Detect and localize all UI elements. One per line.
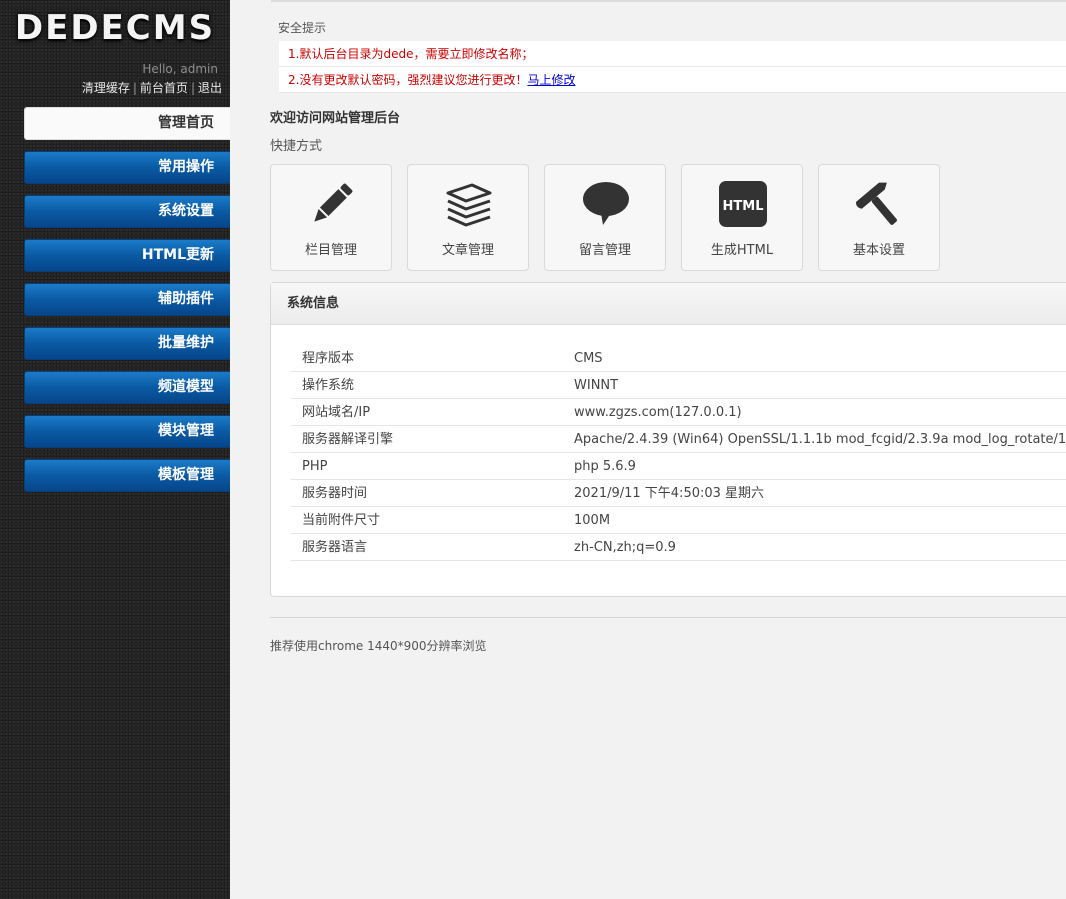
pencil-icon	[314, 183, 353, 222]
html-icon-text: HTML	[723, 199, 764, 214]
sidebar-item-channel-models[interactable]: 频道模型	[24, 371, 230, 404]
sidebar-item-batch-maintenance[interactable]: 批量维护	[24, 327, 230, 360]
sidebar-item-module-management[interactable]: 模块管理	[24, 415, 230, 448]
table-row: 操作系统 WINNT	[291, 372, 1066, 399]
info-value: 100M	[574, 513, 611, 528]
html-icon: HTML	[719, 181, 767, 227]
info-key: 服务器时间	[302, 486, 368, 501]
security-alert-line-2: 2.没有更改默认密码，强烈建议您进行更改！马上修改	[279, 67, 1066, 93]
table-row: 服务器语言 zh-CN,zh;q=0.9	[291, 534, 1066, 561]
sidebar-item-template-management[interactable]: 模板管理	[24, 459, 230, 492]
info-value: 2021/9/11 下午4:50:03 星期六	[574, 486, 765, 501]
info-key: 服务器语言	[302, 540, 368, 555]
shortcut-article-management[interactable]: 文章管理	[407, 164, 529, 271]
shortcut-label: 基本设置	[852, 243, 905, 258]
shortcut-basic-settings[interactable]: 基本设置	[818, 164, 940, 271]
separator: |	[132, 81, 137, 95]
footer-note: 推荐使用chrome 1440*900分辨率浏览	[270, 639, 487, 653]
alert-text-2: 2.没有更改默认密码，强烈建议您进行更改！	[288, 73, 528, 87]
security-alert-title: 安全提示	[278, 21, 327, 35]
table-row: 服务器解译引擎 Apache/2.4.39 (Win64) OpenSSL/1.1…	[291, 426, 1066, 453]
system-info-title: 系统信息	[271, 283, 1066, 325]
info-value: WINNT	[574, 378, 619, 393]
system-info-panel: 系统信息 程序版本 CMS 操作系统 WINNT 网站域名/IP www.zgzs.c…	[270, 282, 1066, 597]
top-links: 清理缓存 | 前台首页 | 退出	[82, 79, 222, 96]
shortcut-label: 留言管理	[578, 243, 631, 258]
change-password-link[interactable]: 马上修改	[527, 73, 575, 87]
alert-text-1: 1.默认后台目录为dede，需要立即修改名称；	[288, 47, 534, 61]
speech-bubble-icon	[583, 182, 629, 225]
info-key: 程序版本	[302, 351, 355, 366]
shortcut-label: 文章管理	[441, 243, 494, 258]
sidebar-item-common-ops[interactable]: 常用操作	[24, 151, 230, 184]
sidebar-item-html-update[interactable]: HTML更新	[24, 239, 230, 272]
table-row: 网站域名/IP www.zgzs.com(127.0.0.1)	[291, 399, 1066, 426]
info-key: 服务器解译引擎	[302, 432, 394, 447]
shortcut-message-management[interactable]: 留言管理	[544, 164, 666, 271]
logout-link[interactable]: 退出	[198, 81, 222, 95]
shortcut-column-management[interactable]: 栏目管理	[270, 164, 392, 271]
info-key: 操作系统	[302, 378, 355, 393]
info-value: php 5.6.9	[574, 459, 636, 474]
separator: |	[190, 81, 195, 95]
main-content: 安全提示 1.默认后台目录为dede，需要立即修改名称； 2.没有更改默认密码，…	[230, 0, 1066, 899]
info-value: www.zgzs.com(127.0.0.1)	[574, 405, 742, 420]
page-title: 欢迎访问网站管理后台	[270, 111, 401, 126]
clear-cache-link[interactable]: 清理缓存	[82, 81, 130, 95]
sidebar-item-plugins[interactable]: 辅助插件	[24, 283, 230, 316]
hammer-icon	[856, 182, 897, 225]
table-row: 当前附件尺寸 100M	[291, 507, 1066, 534]
greeting: Hello, admin	[142, 62, 218, 76]
table-row: PHP php 5.6.9	[291, 453, 1066, 480]
shortcuts-title: 快捷方式	[270, 139, 323, 154]
info-value: zh-CN,zh;q=0.9	[574, 540, 676, 555]
shortcut-label: 栏目管理	[304, 243, 357, 258]
stack-icon	[446, 183, 492, 227]
info-key: 网站域名/IP	[302, 405, 371, 420]
table-row: 程序版本 CMS	[291, 345, 1066, 372]
security-alert-line-1: 1.默认后台目录为dede，需要立即修改名称；	[279, 41, 1066, 67]
frontend-home-link[interactable]: 前台首页	[140, 81, 188, 95]
logo: DEDECMS	[14, 8, 216, 48]
sidebar-item-admin-home[interactable]: 管理首页	[24, 107, 230, 140]
footer-divider	[270, 617, 1066, 618]
shortcut-label: 生成HTML	[710, 243, 774, 258]
info-key: 当前附件尺寸	[302, 513, 381, 528]
info-value: CMS	[574, 351, 603, 366]
shortcut-generate-html[interactable]: HTML 生成HTML	[681, 164, 803, 271]
sidebar: DEDECMS Hello, admin 清理缓存 | 前台首页 | 退出 管理首页 常…	[0, 0, 230, 899]
system-info-table: 程序版本 CMS 操作系统 WINNT 网站域名/IP www.zgzs.com(12…	[291, 345, 1066, 561]
sidebar-menu: 管理首页 常用操作 系统设置 HTML更新 辅助插件 批量维护 频道模型 模块管…	[24, 107, 230, 503]
top-divider	[271, 0, 1066, 2]
sidebar-item-system-settings[interactable]: 系统设置	[24, 195, 230, 228]
info-value: Apache/2.4.39 (Win64) OpenSSL/1.1.1b mod…	[574, 432, 1066, 447]
table-row: 服务器时间 2021/9/11 下午4:50:03 星期六	[291, 480, 1066, 507]
info-key: PHP	[302, 459, 328, 474]
